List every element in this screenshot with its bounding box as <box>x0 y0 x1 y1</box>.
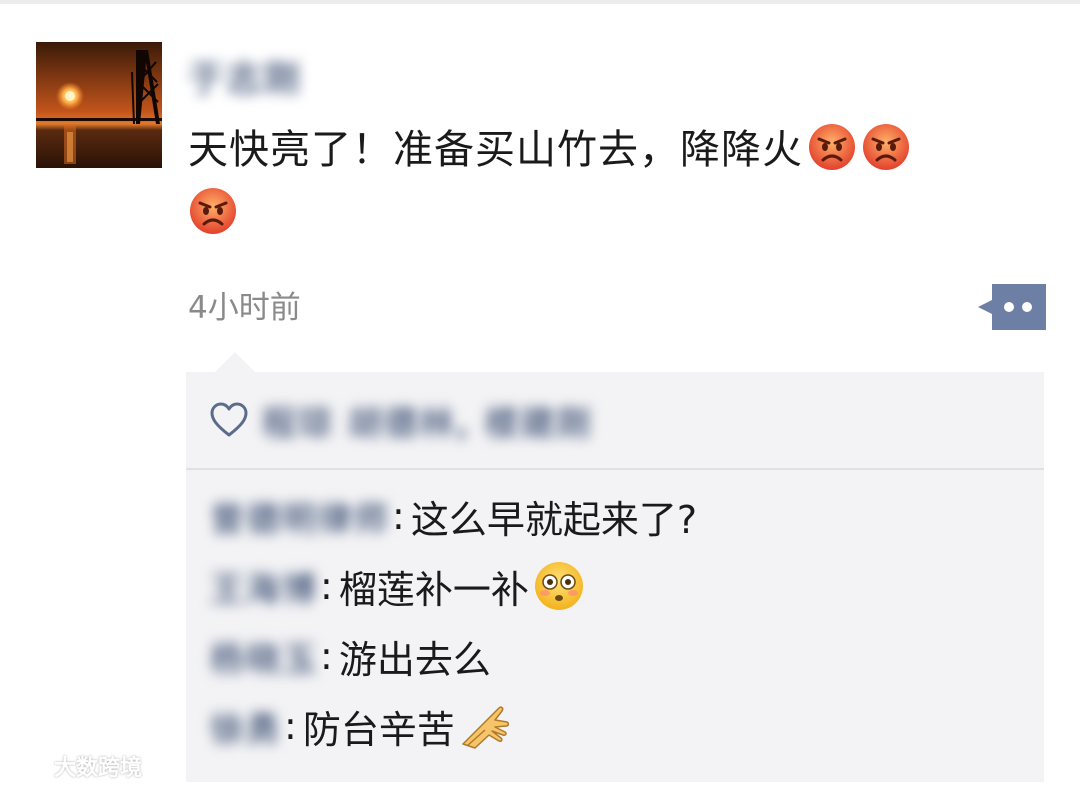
post-username[interactable]: 于志刚 <box>188 54 302 100</box>
sunset-photo <box>36 42 162 168</box>
comment-item[interactable]: 曾德明律师 : 这么早就起来了? <box>210 486 697 546</box>
likes-divider <box>186 468 1044 470</box>
top-divider <box>0 0 1080 4</box>
comment-author[interactable]: 杨晓玉 <box>210 632 318 681</box>
comment-author[interactable]: 曾德明律师 <box>210 492 390 541</box>
flushed-face-emoji <box>533 560 585 612</box>
comment-separator: : <box>320 564 333 608</box>
comment-author[interactable]: 徐勇 <box>210 702 282 751</box>
angry-face-emoji <box>807 122 857 172</box>
likes-comments-box: 程琼 胡德林, 楼建刚 曾德明律师 : 这么早就起来了? 王海博 : 榴莲补一补 <box>186 372 1044 782</box>
comment-author[interactable]: 王海博 <box>210 562 318 611</box>
post-content: 天快亮了！准备买山竹去，降降火 <box>188 118 1008 246</box>
comment-ellipsis-icon[interactable] <box>976 284 1046 330</box>
moments-post-screen: 于志刚 天快亮了！准备买山竹去，降降火 4小时前 程琼 胡德林, 楼建刚 曾德明… <box>0 0 1080 785</box>
comment-separator: : <box>392 494 405 538</box>
comment-item[interactable]: 杨晓玉 : 游出去么 <box>210 626 491 686</box>
pinched-fingers-emoji <box>459 700 511 752</box>
likes-row: 程琼 胡德林, 楼建刚 <box>186 372 1044 468</box>
comment-box-caret <box>215 352 255 372</box>
comment-item[interactable]: 徐勇 : 防台辛苦 <box>210 696 511 756</box>
comment-text: 防台辛苦 <box>302 707 455 752</box>
user-avatar[interactable] <box>36 42 162 168</box>
likes-names[interactable]: 程琼 胡德林, 楼建刚 <box>262 398 593 444</box>
brand-logo-icon <box>8 756 48 776</box>
angry-face-emoji <box>188 186 238 236</box>
watermark-text: 大数跨境 <box>54 756 143 781</box>
liker-names-text: 程琼 胡德林, 楼建刚 <box>262 403 593 444</box>
brand-watermark: 大数跨境 <box>8 748 142 784</box>
comment-text: 这么早就起来了? <box>410 497 697 542</box>
comment-separator: : <box>284 704 297 748</box>
comment-item[interactable]: 王海博 : 榴莲补一补 <box>210 556 585 616</box>
comment-text: 游出去么 <box>338 637 491 682</box>
heart-outline-icon <box>210 402 248 438</box>
username-text: 于志刚 <box>188 59 303 100</box>
post-text: 天快亮了！准备买山竹去，降降火 <box>188 127 803 173</box>
angry-face-emoji <box>861 122 911 172</box>
comment-text: 榴莲补一补 <box>338 567 529 612</box>
comment-separator: : <box>320 634 333 678</box>
post-timestamp: 4小时前 <box>188 290 301 326</box>
